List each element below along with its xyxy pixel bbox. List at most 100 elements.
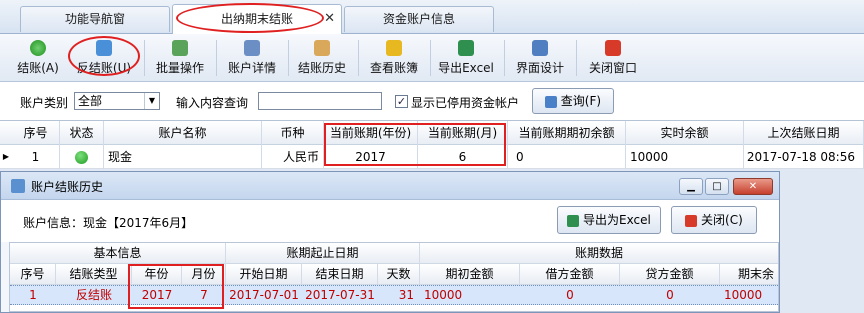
account-type-select[interactable]: 全部 ▼ bbox=[74, 92, 160, 110]
col-start-date[interactable]: 开始日期 bbox=[226, 264, 302, 285]
batch-icon bbox=[172, 40, 188, 56]
tab-period-close[interactable]: 出纳期末结账 ✕ bbox=[172, 4, 342, 34]
minimize-icon[interactable]: ▁ bbox=[679, 178, 703, 195]
col-index[interactable]: 序号 bbox=[10, 264, 56, 285]
toolbar-separator bbox=[358, 40, 359, 76]
toolbar-separator bbox=[216, 40, 217, 76]
toolbar-separator bbox=[430, 40, 431, 76]
close-history-dialog: 账户结账历史 ▁ □ ✕ 账户信息：现金【2017年6月】 导出为Excel 关… bbox=[0, 171, 780, 313]
toolbar-separator bbox=[288, 40, 289, 76]
col-account-name[interactable]: 账户名称 bbox=[104, 121, 262, 145]
cell-last-close-date: 2017-07-18 08:56 bbox=[744, 145, 864, 169]
dialog-close-button[interactable]: 关闭(C) bbox=[671, 206, 757, 234]
table-row[interactable]: 1 反结账 2017 7 2017-07-01 2017-07-31 31 10… bbox=[10, 285, 778, 305]
query-input[interactable] bbox=[258, 92, 382, 110]
cell-month: 7 bbox=[200, 288, 208, 302]
col-year[interactable]: 年份 bbox=[132, 264, 182, 285]
cell-end-date: 2017-07-31 bbox=[305, 288, 375, 302]
status-active-icon bbox=[75, 151, 88, 164]
col-last-close-date[interactable]: 上次结账日期 bbox=[744, 121, 864, 145]
ui-design-button[interactable]: 界面设计 bbox=[510, 38, 570, 78]
cell-debit-amount: 0 bbox=[566, 288, 574, 302]
grid-header: 序号 状态 账户名称 币种 当前账期(年份) 当前账期(月) 当前账期期初余额 … bbox=[0, 121, 864, 145]
col-opening-balance[interactable]: 当前账期期初余额 bbox=[508, 121, 626, 145]
history-grid: 基本信息 账期起止日期 账期数据 序号 结账类型 年份 月份 开始日期 结束日期… bbox=[9, 242, 779, 312]
close-account-button[interactable]: 结账(A) bbox=[10, 38, 66, 78]
query-button[interactable]: 查询(F) bbox=[532, 88, 614, 114]
window-close-icon[interactable]: ✕ bbox=[733, 178, 773, 195]
search-icon bbox=[544, 95, 557, 108]
excel-icon bbox=[458, 40, 474, 56]
cell-close-type: 反结账 bbox=[75, 288, 112, 302]
export-excel-dialog-button[interactable]: 导出为Excel bbox=[557, 206, 661, 234]
tab-fund-account-info[interactable]: 资金账户信息 bbox=[344, 6, 494, 32]
cell-closing-balance: 10000 bbox=[724, 288, 763, 302]
col-opening-amount[interactable]: 期初金额 bbox=[420, 264, 520, 285]
reverse-close-button[interactable]: 反结账(U) bbox=[72, 38, 136, 78]
dialog-titlebar[interactable]: 账户结账历史 ▁ □ ✕ bbox=[1, 172, 779, 200]
cell-period-month: 6 bbox=[418, 145, 508, 169]
cell-year: 2017 bbox=[141, 288, 173, 302]
maximize-icon[interactable]: □ bbox=[705, 178, 729, 195]
filter-bar: 账户类别 全部 ▼ 输入内容查询 ✓ 显示已停用资金帐户 查询(F) bbox=[0, 82, 864, 120]
close-icon bbox=[685, 214, 698, 227]
cell-days: 31 bbox=[398, 288, 414, 302]
cell-index: 1 bbox=[12, 145, 60, 169]
view-ledger-button[interactable]: 查看账簿 bbox=[364, 38, 424, 78]
dialog-title: 账户结账历史 bbox=[31, 180, 104, 194]
group-period-data: 账期数据 bbox=[574, 246, 623, 260]
account-detail-button[interactable]: 账户详情 bbox=[222, 38, 282, 78]
table-row[interactable]: ▶ 1 现金 人民币 2017 6 0 10000 2017-07-18 08:… bbox=[0, 145, 864, 169]
tab-function-nav[interactable]: 功能导航窗 bbox=[20, 6, 170, 32]
col-period-year[interactable]: 当前账期(年份) bbox=[324, 121, 418, 145]
cell-start-date: 2017-07-01 bbox=[229, 288, 299, 302]
close-icon[interactable]: ✕ bbox=[324, 5, 335, 33]
show-disabled-label: 显示已停用资金帐户 bbox=[411, 96, 520, 110]
row-indicator-icon: ▶ bbox=[2, 152, 10, 161]
toolbar-separator bbox=[576, 40, 577, 76]
tab-bar: 功能导航窗 出纳期末结账 ✕ 资金账户信息 bbox=[0, 0, 864, 34]
close-window-button[interactable]: 关闭窗口 bbox=[582, 38, 644, 78]
col-index[interactable]: 序号 bbox=[12, 121, 60, 145]
app-icon bbox=[11, 179, 25, 193]
show-disabled-checkbox[interactable]: ✓ bbox=[395, 95, 408, 108]
dialog-info-bar: 账户信息：现金【2017年6月】 导出为Excel 关闭(C) bbox=[1, 200, 779, 242]
col-credit-amount[interactable]: 贷方金额 bbox=[620, 264, 720, 285]
group-basic-info: 基本信息 bbox=[10, 243, 226, 264]
group-period-dates: 账期起止日期 bbox=[226, 243, 420, 264]
col-days[interactable]: 天数 bbox=[378, 264, 420, 285]
toolbar-separator bbox=[504, 40, 505, 76]
toolbar: 结账(A) 反结账(U) 批量操作 账户详情 结账历史 查看账簿 导出Excel… bbox=[0, 34, 864, 82]
account-info-text: 账户信息：现金【2017年6月】 bbox=[23, 216, 194, 230]
export-excel-button[interactable]: 导出Excel bbox=[434, 38, 498, 78]
query-label: 输入内容查询 bbox=[176, 96, 249, 110]
col-close-type[interactable]: 结账类型 bbox=[56, 264, 132, 285]
cell-currency: 人民币 bbox=[262, 145, 324, 169]
cell-credit-amount: 0 bbox=[666, 288, 674, 302]
cell-status bbox=[60, 145, 104, 169]
history-group-header: 基本信息 账期起止日期 账期数据 bbox=[10, 243, 778, 264]
cell-account-name: 现金 bbox=[104, 145, 262, 169]
account-type-label: 账户类别 bbox=[20, 96, 69, 110]
history-icon bbox=[314, 40, 330, 56]
chevron-down-icon: ▼ bbox=[144, 93, 159, 109]
undo-icon bbox=[96, 40, 112, 56]
cell-index: 1 bbox=[29, 288, 37, 302]
cell-opening-balance: 0 bbox=[508, 145, 626, 169]
col-realtime-balance[interactable]: 实时余额 bbox=[626, 121, 744, 145]
col-period-month[interactable]: 当前账期(月) bbox=[418, 121, 508, 145]
col-currency[interactable]: 币种 bbox=[262, 121, 324, 145]
col-closing-balance[interactable]: 期末余 bbox=[720, 264, 778, 285]
col-month[interactable]: 月份 bbox=[182, 264, 226, 285]
design-icon bbox=[532, 40, 548, 56]
cell-realtime-balance: 10000 bbox=[626, 145, 744, 169]
detail-icon bbox=[244, 40, 260, 56]
close-history-button[interactable]: 结账历史 bbox=[292, 38, 352, 78]
col-debit-amount[interactable]: 借方金额 bbox=[520, 264, 620, 285]
col-end-date[interactable]: 结束日期 bbox=[302, 264, 378, 285]
batch-operation-button[interactable]: 批量操作 bbox=[150, 38, 210, 78]
close-icon bbox=[605, 40, 621, 56]
cell-opening-amount: 10000 bbox=[424, 288, 463, 302]
col-status[interactable]: 状态 bbox=[60, 121, 104, 145]
excel-icon bbox=[567, 214, 580, 227]
